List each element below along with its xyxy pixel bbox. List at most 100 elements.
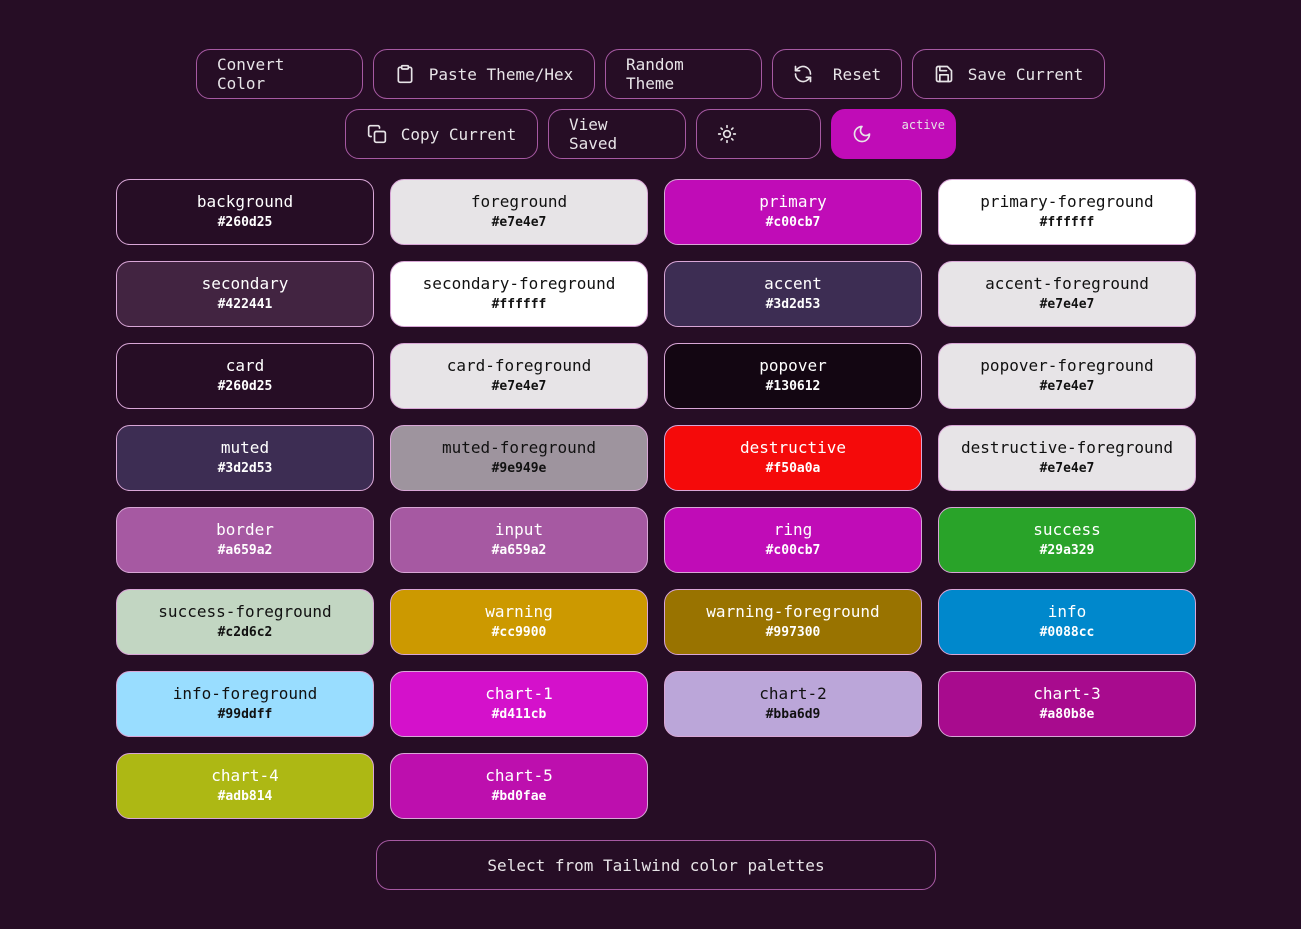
color-swatch-chart-2[interactable]: chart-2 #bba6d9 (664, 671, 922, 737)
swatch-name: primary-foreground (980, 192, 1154, 211)
swatch-hex: #29a329 (1039, 543, 1095, 558)
swatch-name: success (1033, 520, 1101, 539)
convert-color-label: Convert Color (217, 55, 285, 93)
swatch-hex: #e7e4e7 (491, 215, 547, 230)
swatch-hex: #e7e4e7 (1039, 461, 1095, 476)
swatch-name: popover-foreground (980, 356, 1154, 375)
copy-current-label: Copy Current (400, 124, 517, 144)
color-swatch-success-foreground[interactable]: success-foreground #c2d6c2 (116, 589, 374, 655)
copy-icon (367, 124, 387, 144)
tailwind-palette-label: Select from Tailwind color palettes (487, 855, 825, 875)
swatch-name: border (216, 520, 274, 539)
swatch-name: secondary-foreground (422, 274, 616, 293)
swatch-name: background (196, 192, 294, 211)
swatch-hex: #bd0fae (491, 789, 547, 804)
view-saved-button[interactable]: View Saved (548, 109, 686, 159)
color-swatch-grid: background #260d25 foreground #e7e4e7 primar… (116, 179, 1196, 819)
swatch-hex: #a659a2 (491, 543, 547, 558)
swatch-name: muted-foreground (441, 438, 597, 457)
color-swatch-accent[interactable]: accent #3d2d53 (664, 261, 922, 327)
paste-theme-button[interactable]: Paste Theme/Hex (373, 49, 595, 99)
color-swatch-chart-4[interactable]: chart-4 #adb814 (116, 753, 374, 819)
swatch-name: popover (759, 356, 827, 375)
random-theme-label: Random Theme (626, 55, 684, 93)
swatch-name: chart-2 (759, 684, 827, 703)
swatch-name: chart-4 (211, 766, 279, 785)
copy-current-button[interactable]: Copy Current (345, 109, 538, 159)
color-swatch-secondary[interactable]: secondary #422441 (116, 261, 374, 327)
swatch-name: card (225, 356, 265, 375)
toolbar-row-primary: Convert Color Paste Theme/Hex Random The… (0, 49, 1301, 99)
swatch-hex: #c00cb7 (765, 543, 821, 558)
color-swatch-chart-3[interactable]: chart-3 #a80b8e (938, 671, 1196, 737)
color-swatch-popover[interactable]: popover #130612 (664, 343, 922, 409)
swatch-hex: #260d25 (217, 379, 273, 394)
swatch-hex: #d411cb (491, 707, 547, 722)
color-swatch-card-foreground[interactable]: card-foreground #e7e4e7 (390, 343, 648, 409)
save-current-button[interactable]: Save Current (912, 49, 1105, 99)
swatch-name: muted (220, 438, 270, 457)
moon-icon (852, 124, 872, 144)
color-swatch-success[interactable]: success #29a329 (938, 507, 1196, 573)
color-swatch-info[interactable]: info #0088cc (938, 589, 1196, 655)
save-current-label: Save Current (967, 64, 1084, 84)
swatch-hex: #a659a2 (217, 543, 273, 558)
paste-theme-label: Paste Theme/Hex (428, 64, 574, 84)
swatch-name: accent-foreground (985, 274, 1149, 293)
color-swatch-card[interactable]: card #260d25 (116, 343, 374, 409)
swatch-hex: #9e949e (491, 461, 547, 476)
color-swatch-muted-foreground[interactable]: muted-foreground #9e949e (390, 425, 648, 491)
color-swatch-border[interactable]: border #a659a2 (116, 507, 374, 573)
clipboard-icon (395, 64, 415, 84)
swatch-hex: #99ddff (217, 707, 273, 722)
random-theme-button[interactable]: Random Theme (605, 49, 762, 99)
color-swatch-popover-foreground[interactable]: popover-foreground #e7e4e7 (938, 343, 1196, 409)
color-swatch-foreground[interactable]: foreground #e7e4e7 (390, 179, 648, 245)
active-badge: active (901, 118, 945, 132)
swatch-name: accent (764, 274, 822, 293)
view-saved-label: View Saved (569, 115, 618, 153)
swatch-hex: #e7e4e7 (1039, 379, 1095, 394)
color-swatch-secondary-foreground[interactable]: secondary-foreground #ffffff (390, 261, 648, 327)
swatch-hex: #adb814 (217, 789, 273, 804)
color-swatch-ring[interactable]: ring #c00cb7 (664, 507, 922, 573)
reset-label: Reset (832, 64, 882, 84)
color-swatch-warning[interactable]: warning #cc9900 (390, 589, 648, 655)
swatch-name: primary (759, 192, 827, 211)
color-swatch-destructive[interactable]: destructive #f50a0a (664, 425, 922, 491)
color-swatch-destructive-foreground[interactable]: destructive-foreground #e7e4e7 (938, 425, 1196, 491)
color-swatch-accent-foreground[interactable]: accent-foreground #e7e4e7 (938, 261, 1196, 327)
color-swatch-input[interactable]: input #a659a2 (390, 507, 648, 573)
swatch-hex: #ffffff (491, 297, 547, 312)
swatch-hex: #f50a0a (765, 461, 821, 476)
swatch-name: ring (773, 520, 813, 539)
dark-mode-button[interactable]: active (831, 109, 956, 159)
swatch-hex: #cc9900 (491, 625, 547, 640)
toolbar-row-secondary: Copy Current View Saved active (0, 109, 1301, 159)
swatch-name: destructive-foreground (961, 438, 1173, 457)
color-swatch-muted[interactable]: muted #3d2d53 (116, 425, 374, 491)
convert-color-button[interactable]: Convert Color (196, 49, 363, 99)
swatch-name: input (494, 520, 544, 539)
color-swatch-background[interactable]: background #260d25 (116, 179, 374, 245)
color-swatch-primary-foreground[interactable]: primary-foreground #ffffff (938, 179, 1196, 245)
swatch-name: destructive (740, 438, 846, 457)
color-swatch-chart-5[interactable]: chart-5 #bd0fae (390, 753, 648, 819)
tailwind-palette-button[interactable]: Select from Tailwind color palettes (376, 840, 936, 890)
sun-icon (717, 124, 737, 144)
light-mode-button[interactable] (696, 109, 821, 159)
swatch-name: chart-5 (485, 766, 553, 785)
color-swatch-primary[interactable]: primary #c00cb7 (664, 179, 922, 245)
color-swatch-info-foreground[interactable]: info-foreground #99ddff (116, 671, 374, 737)
swatch-name: success-foreground (158, 602, 332, 621)
color-swatch-warning-foreground[interactable]: warning-foreground #997300 (664, 589, 922, 655)
save-icon (934, 64, 954, 84)
swatch-name: chart-3 (1033, 684, 1101, 703)
swatch-name: warning-foreground (706, 602, 880, 621)
swatch-hex: #260d25 (217, 215, 273, 230)
swatch-name: foreground (470, 192, 568, 211)
swatch-hex: #130612 (765, 379, 821, 394)
color-swatch-chart-1[interactable]: chart-1 #d411cb (390, 671, 648, 737)
swatch-hex: #0088cc (1039, 625, 1095, 640)
reset-button[interactable]: Reset (772, 49, 902, 99)
